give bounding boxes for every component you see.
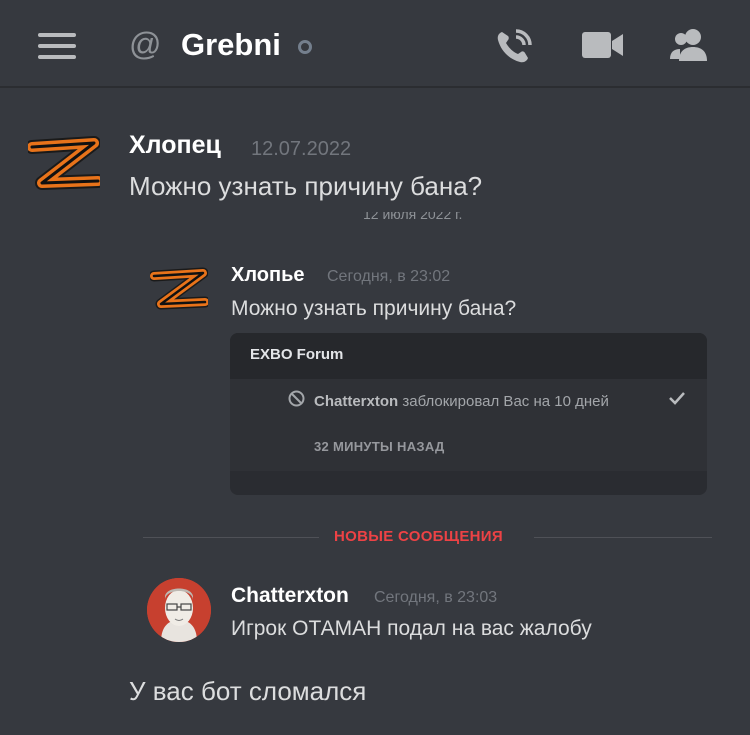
notification-user: Chatterxton bbox=[314, 393, 399, 410]
message-author[interactable]: Хлопец bbox=[129, 131, 221, 160]
channel-title: Grebni bbox=[181, 27, 281, 62]
member-list-icon[interactable] bbox=[668, 27, 712, 63]
ban-icon bbox=[288, 390, 305, 407]
notification-time: 32 МИНУТЫ НАЗАД bbox=[314, 439, 445, 454]
notification-message: заблокировал Вас на 10 дней bbox=[402, 393, 609, 410]
menu-icon[interactable] bbox=[38, 33, 76, 59]
bot-text: Игрок ОТАМАН подал на вас жалобу bbox=[231, 617, 592, 640]
video-call-icon[interactable] bbox=[581, 30, 625, 60]
top-bar: @ Grebni bbox=[0, 0, 750, 88]
quoted-author: Хлопье bbox=[231, 264, 305, 286]
quoted-text: Можно узнать причину бана? bbox=[231, 297, 517, 320]
at-icon: @ bbox=[129, 26, 162, 62]
message-timestamp: 12.07.2022 bbox=[251, 138, 352, 160]
embed-header: EXBO Forum bbox=[230, 333, 707, 379]
notification-text: Chatterxton заблокировал Вас на 10 дней bbox=[314, 390, 634, 413]
message-text: Можно узнать причину бана? bbox=[129, 171, 483, 201]
user-avatar bbox=[150, 267, 208, 310]
new-messages-divider: НОВЫЕ СООБЩЕНИЯ bbox=[334, 528, 503, 545]
user-avatar[interactable] bbox=[28, 133, 100, 195]
forum-embed: EXBO Forum Chatterxton заблокировал Вас … bbox=[230, 333, 707, 495]
status-offline-icon bbox=[298, 40, 312, 54]
bot-avatar bbox=[147, 578, 211, 642]
cut-date-text: 12 июля 2022 г. bbox=[363, 212, 463, 222]
message-text: У вас бот сломался bbox=[129, 676, 367, 706]
voice-call-icon[interactable] bbox=[493, 26, 535, 66]
notification-item: Chatterxton заблокировал Вас на 10 дней … bbox=[230, 379, 707, 471]
check-icon bbox=[669, 392, 685, 405]
embed-title: EXBO Forum bbox=[250, 346, 344, 363]
divider-line bbox=[534, 537, 712, 538]
bot-author: Chatterxton bbox=[231, 584, 349, 607]
divider-line bbox=[143, 537, 319, 538]
quoted-timestamp: Сегодня, в 23:02 bbox=[327, 268, 451, 285]
bot-timestamp: Сегодня, в 23:03 bbox=[374, 589, 498, 606]
